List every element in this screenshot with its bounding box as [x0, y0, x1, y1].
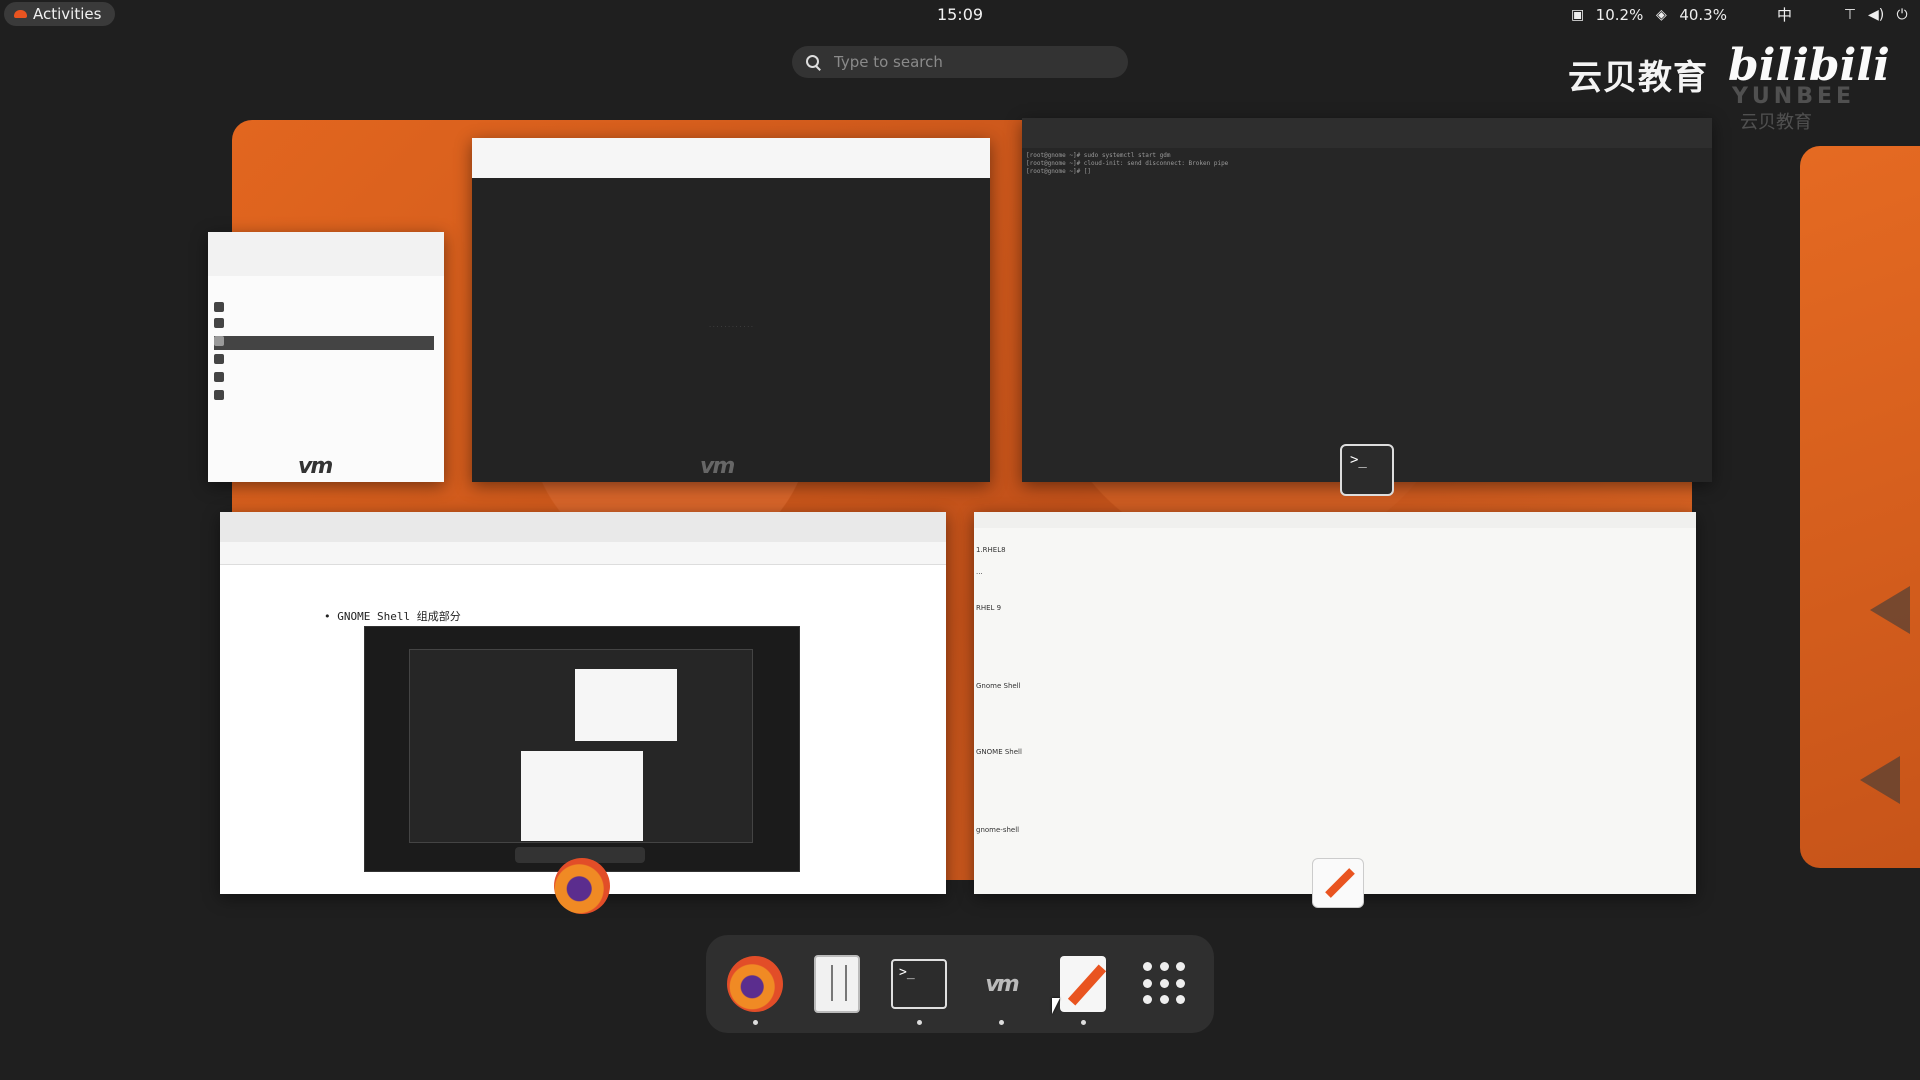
editor-line: 1.RHEL8	[976, 546, 1006, 554]
virt-manager-icon: vm	[985, 971, 1019, 997]
dock-firefox[interactable]	[724, 953, 786, 1025]
firefox-app-icon	[554, 858, 610, 914]
window-titlebar	[1022, 118, 1712, 148]
screenshot-window	[575, 669, 677, 741]
list-item	[214, 372, 434, 386]
text-editor-app-icon	[1312, 858, 1364, 908]
list-item	[214, 354, 434, 368]
running-indicator	[916, 1020, 922, 1025]
window-toolbar	[472, 138, 990, 178]
terminal-line: [root@gnome ~]# []	[1026, 168, 1092, 175]
bookmarks-bar	[220, 542, 946, 565]
status-area[interactable]: ▣ 10.2% ◈ 40.3% 中 ⊤ ◀) ⏻	[1570, 4, 1910, 25]
window-thumbnail-text-editor[interactable]: 1.RHEL8 ... RHEL 9 Gnome Shell GNOME She…	[974, 512, 1696, 894]
browser-tab-bar	[220, 512, 946, 542]
input-method-indicator[interactable]: 中	[1777, 4, 1792, 25]
wallpaper-shape	[1860, 756, 1900, 804]
dock-files[interactable]	[806, 953, 868, 1015]
terminal-line: [root@gnome ~]# sudo systemctl start gdm	[1026, 152, 1171, 159]
search-bar[interactable]	[792, 46, 1128, 78]
volume-icon[interactable]: ◀)	[1868, 7, 1884, 23]
terminal-app-icon: >_	[1340, 444, 1394, 496]
editor-line: GNOME Shell	[976, 748, 1022, 756]
cpu-usage: 10.2%	[1595, 5, 1644, 24]
wallpaper-shape	[1870, 586, 1910, 634]
mouse-cursor-icon	[1052, 998, 1060, 1014]
dock: >_ vm	[706, 935, 1214, 1033]
console-message: · · · · · · · · · · · ·	[709, 324, 753, 331]
running-indicator	[998, 1020, 1004, 1025]
show-apps-button[interactable]	[1134, 953, 1196, 1015]
editor-line: ...	[976, 568, 983, 576]
window-thumbnail-browser[interactable]: • GNOME Shell 组成部分	[220, 512, 946, 894]
power-icon[interactable]: ⏻	[1894, 7, 1910, 23]
list-item-selected	[214, 336, 434, 350]
slide-image	[364, 626, 800, 872]
watermark-text: 云贝教育	[1568, 58, 1708, 98]
screenshot-window	[521, 751, 643, 841]
terminal-line: [root@gnome ~]# cloud-init: send disconn…	[1026, 160, 1229, 167]
editor-line: gnome-shell	[976, 826, 1020, 834]
cpu-icon: ▣	[1571, 6, 1585, 23]
network-icon[interactable]: ⊤	[1842, 7, 1858, 23]
search-input[interactable]	[832, 52, 1116, 72]
firefox-icon	[727, 956, 783, 1012]
list-item	[214, 318, 434, 332]
window-header	[208, 232, 444, 276]
window-thumbnail-vm-console[interactable]: · · · · · · · · · · · · vm	[472, 138, 990, 482]
terminal-icon: >_	[891, 959, 947, 1009]
watermark-en: YUNBEE	[1732, 84, 1856, 109]
window-titlebar	[974, 512, 1696, 528]
list-item	[214, 302, 434, 316]
app-grid-icon	[1143, 962, 1187, 1006]
memory-icon: ◈	[1655, 6, 1667, 23]
top-bar: Activities 15:09 ▣ 10.2% ◈ 40.3% 中 ⊤ ◀) …	[0, 0, 1920, 32]
running-indicator	[1080, 1020, 1086, 1025]
window-thumbnail-terminal[interactable]: [root@gnome ~]# sudo systemctl start gdm…	[1022, 118, 1712, 482]
text-editor-icon	[1060, 956, 1106, 1012]
dock-virt-manager[interactable]: vm	[970, 953, 1032, 1025]
search-icon	[806, 55, 820, 69]
slide-heading: • GNOME Shell 组成部分	[324, 610, 461, 623]
running-indicator	[752, 1020, 758, 1025]
dock-text-editor[interactable]	[1052, 953, 1114, 1025]
virt-manager-icon: vm	[298, 454, 333, 479]
window-thumbnail-vm-manager[interactable]: vm	[208, 232, 444, 482]
editor-line: RHEL 9	[976, 604, 1002, 612]
list-item	[214, 390, 434, 404]
editor-line: Gnome Shell	[976, 682, 1021, 690]
memory-usage: 40.3%	[1679, 5, 1727, 24]
next-workspace-preview[interactable]	[1800, 146, 1920, 868]
dock-terminal[interactable]: >_	[888, 953, 950, 1025]
files-icon	[814, 955, 860, 1013]
virt-manager-icon: vm	[700, 454, 735, 479]
watermark-cn-small: 云贝教育	[1740, 112, 1812, 133]
